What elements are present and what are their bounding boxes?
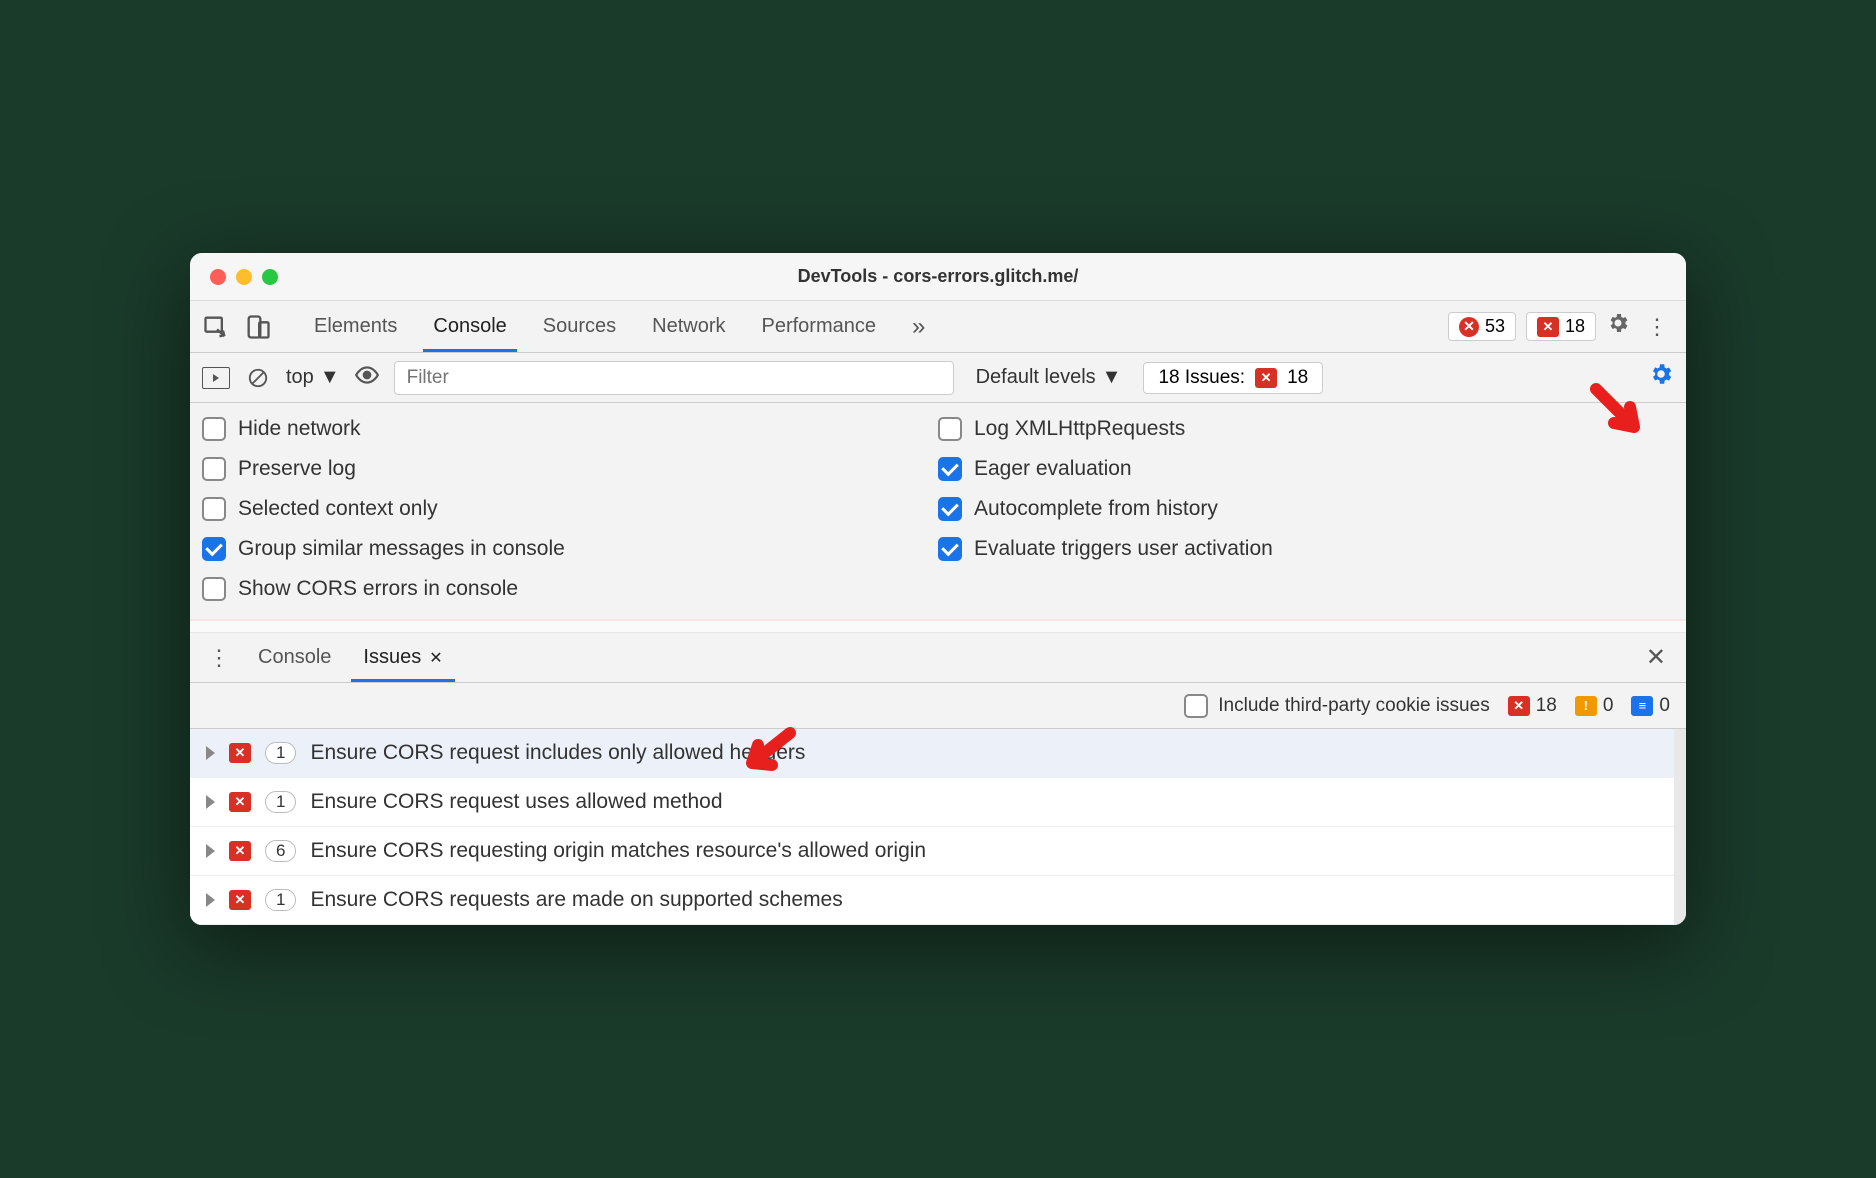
- console-settings-icon[interactable]: [1648, 361, 1674, 394]
- issue-row[interactable]: ✕ 6 Ensure CORS requesting origin matches …: [190, 827, 1674, 876]
- panel-resizer[interactable]: [190, 621, 1686, 633]
- issues-toolbar: Include third-party cookie issues ✕ 18 !…: [190, 683, 1686, 729]
- devtools-window: DevTools - cors-errors.glitch.me/ Elemen…: [190, 253, 1686, 925]
- console-toolbar: top ▼ Default levels ▼ 18 Issues: ✕ 18: [190, 353, 1686, 403]
- setting-hide-network[interactable]: Hide network: [202, 417, 938, 441]
- console-settings-panel: Hide networkLog XMLHttpRequestsPreserve …: [190, 403, 1686, 621]
- issues-counter-button[interactable]: 18 Issues: ✕ 18: [1143, 362, 1323, 394]
- checkbox-icon: [938, 497, 962, 521]
- issue-count: 1: [265, 889, 296, 911]
- drawer-tab-issues[interactable]: Issues✕: [347, 633, 458, 682]
- checkbox-icon: [938, 417, 962, 441]
- settings-icon[interactable]: [1606, 311, 1630, 342]
- issue-title: Ensure CORS request uses allowed method: [310, 790, 722, 814]
- setting-preserve-log[interactable]: Preserve log: [202, 457, 938, 481]
- filter-input[interactable]: [394, 361, 954, 395]
- messages-count: 18: [1565, 316, 1585, 337]
- live-expression-icon[interactable]: [354, 362, 380, 393]
- tab-sources[interactable]: Sources: [525, 301, 634, 352]
- setting-show-cors-errors-in-console[interactable]: Show CORS errors in console: [202, 577, 938, 601]
- drawer-kebab-icon[interactable]: ⋮: [202, 645, 236, 671]
- expand-triangle-icon: [206, 746, 215, 760]
- issue-row[interactable]: ✕ 1 Ensure CORS requests are made on suppo…: [190, 876, 1674, 925]
- issue-title: Ensure CORS requests are made on support…: [310, 888, 842, 912]
- messages-count-badge[interactable]: ✕ 18: [1526, 312, 1596, 341]
- checkbox-icon: [202, 417, 226, 441]
- drawer-tab-console[interactable]: Console: [242, 633, 347, 682]
- checkbox-icon: [202, 577, 226, 601]
- drawer-tabstrip: ⋮ ConsoleIssues✕ ✕: [190, 633, 1686, 683]
- close-window-button[interactable]: [210, 269, 226, 285]
- titlebar: DevTools - cors-errors.glitch.me/: [190, 253, 1686, 301]
- setting-evaluate-triggers-user-activation[interactable]: Evaluate triggers user activation: [938, 537, 1674, 561]
- issue-count: 6: [265, 840, 296, 862]
- context-selector[interactable]: top ▼: [286, 366, 340, 389]
- setting-group-similar-messages-in-console[interactable]: Group similar messages in console: [202, 537, 938, 561]
- issue-error-icon: ✕: [229, 743, 251, 763]
- kebab-menu-icon[interactable]: ⋮: [1640, 314, 1674, 340]
- issue-count: 1: [265, 742, 296, 764]
- issue-row[interactable]: ✕ 1 Ensure CORS request uses allowed metho…: [190, 778, 1674, 827]
- issue-title: Ensure CORS request includes only allowe…: [310, 741, 805, 765]
- info-badge-icon: ≡: [1631, 696, 1653, 716]
- errors-count: 53: [1485, 316, 1505, 337]
- device-toolbar-icon[interactable]: [244, 313, 272, 341]
- setting-eager-evaluation[interactable]: Eager evaluation: [938, 457, 1674, 481]
- more-tabs-icon[interactable]: »: [900, 313, 937, 341]
- checkbox-icon: [202, 457, 226, 481]
- setting-log-xmlhttprequests[interactable]: Log XMLHttpRequests: [938, 417, 1674, 441]
- errors-count-badge[interactable]: ✕ 53: [1448, 312, 1516, 341]
- issue-error-icon: ✕: [229, 890, 251, 910]
- expand-triangle-icon: [206, 893, 215, 907]
- show-sidebar-icon[interactable]: [202, 367, 230, 389]
- main-tabstrip: ElementsConsoleSourcesNetworkPerformance…: [190, 301, 1686, 353]
- checkbox-icon: [938, 457, 962, 481]
- log-levels-selector[interactable]: Default levels ▼: [968, 366, 1130, 389]
- issue-error-icon: ✕: [229, 792, 251, 812]
- issue-error-icon: ✕: [229, 841, 251, 861]
- zoom-window-button[interactable]: [262, 269, 278, 285]
- issues-stat-info: ≡ 0: [1631, 695, 1670, 717]
- checkbox-icon: [202, 537, 226, 561]
- expand-triangle-icon: [206, 795, 215, 809]
- inspect-element-icon[interactable]: [202, 313, 230, 341]
- tab-performance[interactable]: Performance: [744, 301, 895, 352]
- error-badge-icon: ✕: [1508, 696, 1530, 716]
- issues-red-count: 18: [1287, 367, 1308, 389]
- warning-badge-icon: !: [1575, 696, 1597, 716]
- issue-icon: ✕: [1255, 368, 1277, 388]
- minimize-window-button[interactable]: [236, 269, 252, 285]
- setting-selected-context-only[interactable]: Selected context only: [202, 497, 938, 521]
- include-cookie-issues-checkbox[interactable]: Include third-party cookie issues: [1184, 694, 1489, 718]
- levels-label: Default levels: [976, 366, 1096, 389]
- expand-triangle-icon: [206, 844, 215, 858]
- error-icon: ✕: [1459, 317, 1479, 337]
- issue-count: 1: [265, 791, 296, 813]
- issue-row[interactable]: ✕ 1 Ensure CORS request includes only allo…: [190, 729, 1674, 778]
- window-title: DevTools - cors-errors.glitch.me/: [190, 266, 1686, 287]
- close-tab-icon[interactable]: ✕: [429, 648, 442, 668]
- tab-console[interactable]: Console: [415, 301, 524, 352]
- issue-list: ✕ 1 Ensure CORS request includes only allo…: [190, 729, 1686, 925]
- dropdown-triangle-icon: ▼: [320, 366, 340, 389]
- context-label: top: [286, 366, 314, 389]
- close-drawer-icon[interactable]: ✕: [1638, 643, 1674, 672]
- dropdown-triangle-icon: ▼: [1102, 366, 1122, 389]
- message-icon: ✕: [1537, 317, 1559, 337]
- setting-autocomplete-from-history[interactable]: Autocomplete from history: [938, 497, 1674, 521]
- issues-label: 18 Issues:: [1158, 367, 1245, 389]
- issues-stat-errors: ✕ 18: [1508, 695, 1557, 717]
- issue-title: Ensure CORS requesting origin matches re…: [310, 839, 926, 863]
- tab-elements[interactable]: Elements: [296, 301, 415, 352]
- checkbox-icon: [202, 497, 226, 521]
- tab-network[interactable]: Network: [634, 301, 743, 352]
- traffic-lights: [210, 269, 278, 285]
- checkbox-icon: [938, 537, 962, 561]
- clear-console-icon[interactable]: [244, 364, 272, 392]
- issues-stat-warnings: ! 0: [1575, 695, 1614, 717]
